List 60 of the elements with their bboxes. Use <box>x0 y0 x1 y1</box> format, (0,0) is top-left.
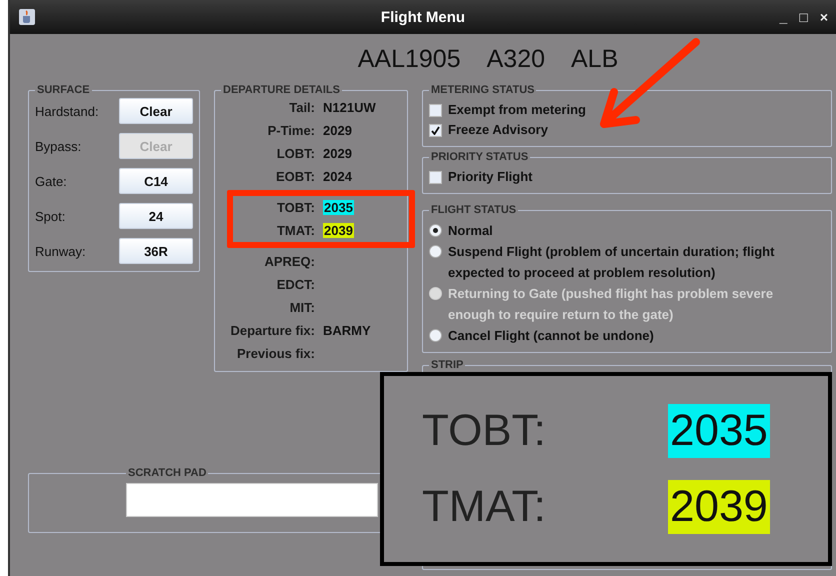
field-value: N121UW <box>323 99 376 117</box>
field-label: Bypass: <box>35 138 82 154</box>
field-label: Previous fix: <box>236 345 315 363</box>
cup-icon <box>18 8 36 26</box>
window-control[interactable]: _ <box>780 9 788 25</box>
radio-button[interactable] <box>429 329 442 342</box>
radio-button[interactable] <box>429 245 442 258</box>
window-control[interactable]: × <box>820 9 828 25</box>
checkbox[interactable] <box>429 170 442 184</box>
surface-button[interactable]: C14 <box>119 168 193 194</box>
field-value: 2035 <box>323 200 354 215</box>
field-value: 2029 <box>323 122 352 140</box>
panel-title: SURFACE <box>36 84 91 96</box>
field-label: Spot: <box>35 208 66 224</box>
field-value: 2039 <box>323 223 354 238</box>
callsign: AAL1905 <box>358 44 461 74</box>
radio-label: Cancel Flight (cannot be undone) <box>448 327 655 345</box>
field-label: Tail: <box>288 99 315 117</box>
checkbox[interactable] <box>429 124 442 136</box>
field-label: TOBT: <box>276 199 315 217</box>
field-label: APREQ: <box>263 253 315 271</box>
destination: ALB <box>571 44 618 74</box>
panel-title: PRIORITY STATUS <box>430 151 530 163</box>
radio-button[interactable] <box>429 224 442 237</box>
panel-title: FLIGHT STATUS <box>430 204 518 216</box>
aircraft-type: A320 <box>486 44 545 74</box>
checkbox[interactable] <box>429 104 442 116</box>
field-label: Runway: <box>35 244 86 258</box>
field-value: 2035 <box>668 404 770 458</box>
field-value: 2024 <box>323 168 352 186</box>
scratch-pad-field[interactable] <box>126 483 378 517</box>
radio-label: Normal <box>448 222 494 240</box>
window-control[interactable]: □ <box>799 9 808 25</box>
field-label: Hardstand: <box>35 104 99 118</box>
panel-title: DEPARTURE DETAILS <box>222 84 341 96</box>
field-label: MIT: <box>288 299 315 317</box>
radio-label: Returning to Gate (pushed flight has problem severe enough to require return to the gate) <box>448 285 774 324</box>
radio-label: Suspend Flight (problem of uncertain duration; flight expected to proceed at problem resolution) <box>448 243 776 282</box>
panel-title: SCRATCH PAD <box>127 467 208 479</box>
surface-button[interactable]: Clear <box>119 98 193 124</box>
surface-button[interactable]: 36R <box>119 238 193 264</box>
field-label: TMAT: <box>276 222 315 240</box>
surface-button[interactable]: 24 <box>119 203 193 229</box>
window-title: Flight Menu <box>380 8 466 26</box>
checkbox-label: Freeze Advisory <box>448 121 548 139</box>
checkbox-label: Exempt from metering <box>448 101 586 119</box>
panel-title: METERING STATUS <box>430 84 536 96</box>
field-value: BARMY <box>323 322 371 340</box>
field-label: TOBT: <box>422 405 547 457</box>
field-label: LOBT: <box>276 145 315 163</box>
field-label: TMAT: <box>422 481 547 533</box>
field-label: P-Time: <box>266 122 315 140</box>
field-label: Gate: <box>35 174 67 188</box>
checkbox-label: Priority Flight <box>448 168 532 186</box>
field-value: 2039 <box>668 480 770 534</box>
panel-title: STRIP <box>430 359 464 371</box>
field-label: EDCT: <box>276 276 315 294</box>
field-label: Departure fix: <box>229 322 315 340</box>
field-value: 2029 <box>323 145 352 163</box>
field-label: EOBT: <box>275 168 315 186</box>
